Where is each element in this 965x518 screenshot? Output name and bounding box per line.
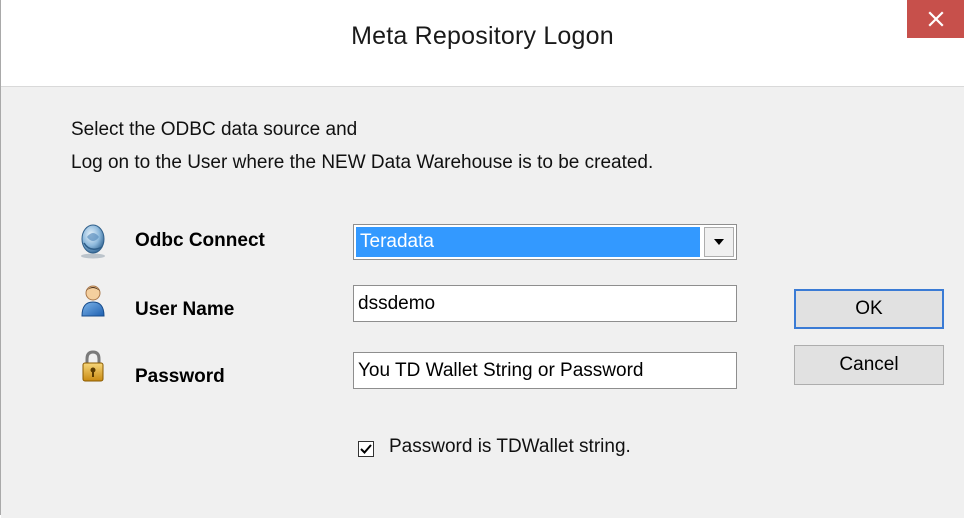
odbc-connect-dropdown[interactable]: Teradata xyxy=(353,224,737,260)
dialog-title: Meta Repository Logon xyxy=(351,22,614,50)
user-name-label: User Name xyxy=(135,299,235,320)
close-icon xyxy=(927,11,944,27)
odbc-selected-value: Teradata xyxy=(356,227,700,257)
cancel-button[interactable]: Cancel xyxy=(794,345,944,385)
tdwallet-checkbox[interactable] xyxy=(358,441,374,457)
dialog-body: Select the ODBC data source and Log on t… xyxy=(1,86,964,518)
password-label: Password xyxy=(135,366,225,387)
chevron-down-icon xyxy=(714,239,724,245)
odbc-connect-label: Odbc Connect xyxy=(135,230,265,251)
logon-dialog: Meta Repository Logon Select the ODBC da… xyxy=(0,0,964,518)
tdwallet-checkbox-label[interactable]: Password is TDWallet string. xyxy=(389,436,631,458)
user-name-input[interactable]: dssdemo xyxy=(353,285,737,322)
user-icon xyxy=(78,282,108,318)
dropdown-arrow-button[interactable] xyxy=(704,227,734,257)
padlock-icon xyxy=(78,349,108,385)
checkmark-icon xyxy=(360,444,372,454)
instruction-line-1: Select the ODBC data source and xyxy=(71,119,358,140)
odbc-connect-icon xyxy=(78,223,108,259)
title-bar[interactable]: Meta Repository Logon xyxy=(1,0,964,86)
instruction-line-2: Log on to the User where the NEW Data Wa… xyxy=(71,152,654,173)
close-button[interactable] xyxy=(907,0,964,38)
ok-button[interactable]: OK xyxy=(794,289,944,329)
password-input[interactable]: You TD Wallet String or Password xyxy=(353,352,737,389)
